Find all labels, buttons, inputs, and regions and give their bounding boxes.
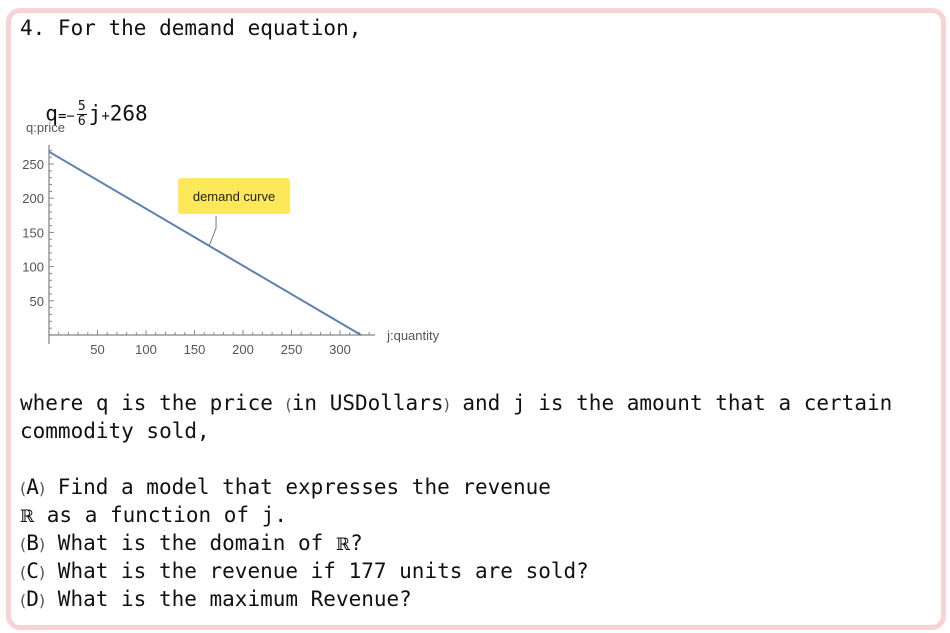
y-tick-label: 100 bbox=[22, 260, 44, 275]
part-c-text: What is the revenue if 177 units are sol… bbox=[45, 559, 589, 583]
where-line-1: where q is the price (in USDollars) and … bbox=[20, 391, 892, 415]
revenue-symbol: ℝ bbox=[335, 535, 351, 555]
part-c-label: C bbox=[26, 559, 39, 583]
demand-chart: 50 100 150 200 250 300 50 100 150 200 250 q:price j:… bbox=[22, 120, 440, 357]
part-b-end: ? bbox=[350, 531, 363, 555]
x-tick-label: 150 bbox=[184, 342, 206, 357]
y-axis-label: q:price bbox=[26, 120, 65, 135]
part-d-label: D bbox=[26, 587, 39, 611]
callout-label: demand curve bbox=[193, 189, 275, 204]
x-tick-label: 50 bbox=[90, 342, 104, 357]
where-text-post: and j is the amount that a certain bbox=[449, 391, 893, 415]
part-d-line: (D) What is the maximum Revenue? bbox=[20, 587, 412, 611]
part-a-text: Find a model that expresses the revenue bbox=[45, 475, 551, 499]
revenue-symbol: ℝ bbox=[20, 507, 35, 527]
x-tick-label: 300 bbox=[329, 342, 351, 357]
part-d-text: What is the maximum Revenue? bbox=[45, 587, 412, 611]
part-a-label: A bbox=[26, 475, 39, 499]
question-heading: 4. For the demand equation, bbox=[20, 16, 362, 40]
x-tick-label: 200 bbox=[232, 342, 254, 357]
eq-numerator: 5 bbox=[76, 99, 87, 115]
y-tick-label: 250 bbox=[22, 157, 44, 172]
part-a-line-1: (A) Find a model that expresses the reve… bbox=[20, 475, 551, 499]
where-text-pre: where q is the price bbox=[20, 391, 286, 415]
part-b-label: B bbox=[26, 531, 39, 555]
part-a-text-2: as a function of j. bbox=[34, 503, 288, 527]
x-tick-label: 100 bbox=[135, 342, 157, 357]
y-tick-label: 150 bbox=[22, 225, 44, 240]
x-tick-label: 250 bbox=[281, 342, 303, 357]
x-axis-label: j:quantity bbox=[386, 328, 440, 343]
callout-leader bbox=[208, 216, 217, 247]
unit-text: in USDollars bbox=[291, 391, 444, 415]
part-b-line: (B) What is the domain of ℝ? bbox=[20, 531, 363, 555]
y-tick-label: 50 bbox=[30, 294, 44, 309]
part-c-line: (C) What is the revenue if 177 units are… bbox=[20, 559, 589, 583]
part-a-line-2: ℝ as a function of j. bbox=[20, 503, 287, 527]
part-b-text: What is the domain of bbox=[45, 531, 336, 555]
where-line-2: commodity sold, bbox=[20, 419, 210, 443]
y-tick-label: 200 bbox=[22, 191, 44, 206]
